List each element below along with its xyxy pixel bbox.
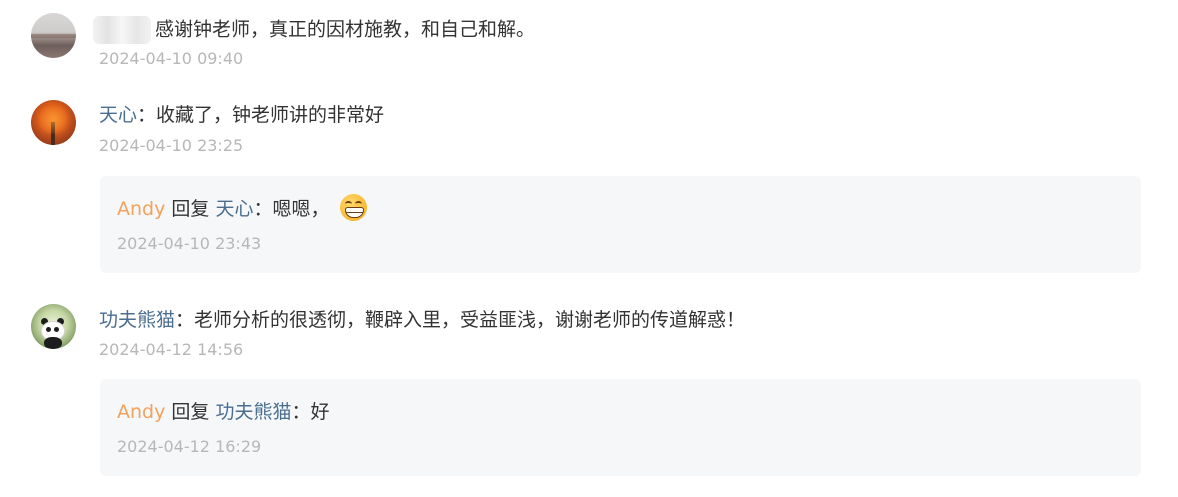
comment-username[interactable]: 功夫熊猫 [99,309,175,331]
comment-separator: ： [137,104,157,126]
comment-content: 老师分析的很透彻，鞭辟入里，受益匪浅，谢谢老师的传道解惑！ [194,309,746,331]
reply-separator: ： [291,401,311,423]
comment-separator: ： [175,309,195,331]
reply-verb: 回复 [171,198,210,220]
comment-list: 感谢钟老师，真正的因材施教，和自己和解。 2024-04-10 09:40 天心… [0,0,1178,497]
grinning-emoji-icon [339,194,367,221]
avatar[interactable] [31,304,76,349]
avatar[interactable] [31,100,76,145]
comment-text-line: 感谢钟老师，真正的因材施教，和自己和解。 [93,16,536,44]
comment-text-line: 天心：收藏了，钟老师讲的非常好 [99,103,384,127]
reply-timestamp: 2024-04-10 23:43 [117,234,262,253]
reply-author[interactable]: Andy [117,198,165,220]
comment-content: 感谢钟老师，真正的因材施教，和自己和解。 [155,18,536,41]
reply-author[interactable]: Andy [117,401,165,423]
reply-text-line: Andy 回复 功夫熊猫：好 [117,400,330,424]
reply-target-username[interactable]: 功夫熊猫 [215,401,291,423]
reply-timestamp: 2024-04-12 16:29 [117,437,262,456]
reply-target-username[interactable]: 天心 [215,198,253,220]
avatar[interactable] [31,13,76,58]
reply-separator: ： [253,198,273,220]
comment-timestamp: 2024-04-10 09:40 [99,49,244,68]
blurred-username [93,16,151,44]
comment-timestamp: 2024-04-12 14:56 [99,340,244,359]
comment-timestamp: 2024-04-10 23:25 [99,136,244,155]
reply-box: Andy 回复 天心：嗯嗯， 2024-04-10 23:43 [100,176,1141,273]
reply-text-line: Andy 回复 天心：嗯嗯， [117,194,367,221]
reply-content: 好 [310,401,330,423]
reply-box: Andy 回复 功夫熊猫：好 2024-04-12 16:29 [100,379,1141,476]
reply-content: 嗯嗯， [272,198,330,220]
comment-text-line: 功夫熊猫：老师分析的很透彻，鞭辟入里，受益匪浅，谢谢老师的传道解惑！ [99,308,745,332]
reply-verb: 回复 [171,401,210,423]
comment-content: 收藏了，钟老师讲的非常好 [156,104,385,126]
comment-username[interactable]: 天心 [99,104,137,126]
